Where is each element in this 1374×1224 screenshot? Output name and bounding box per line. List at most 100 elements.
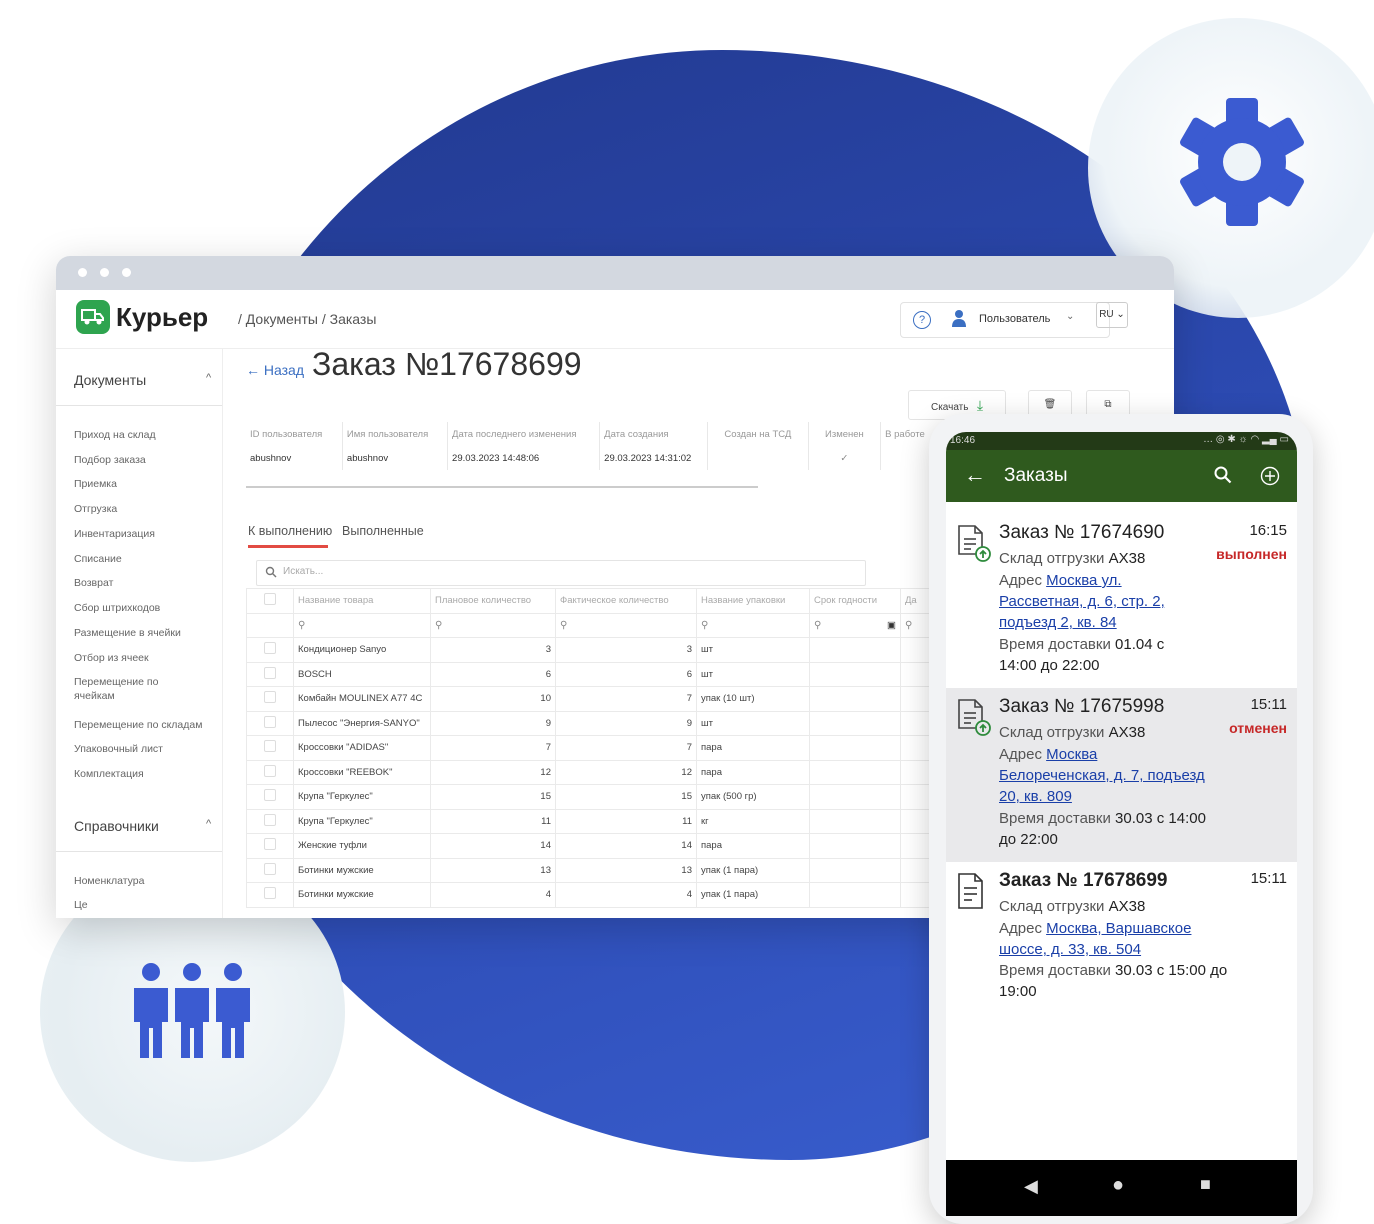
order-card[interactable]: Заказ № 17678699 15:11 Склад отгрузки АХ…	[946, 862, 1297, 1022]
sidebar-section-documents[interactable]: Документы	[74, 372, 146, 388]
row-checkbox[interactable]	[246, 637, 294, 663]
chevron-up-icon[interactable]: ^	[206, 372, 211, 384]
sidebar-item[interactable]: Приемка	[74, 477, 222, 491]
column-header[interactable]: Срок годности	[809, 588, 901, 614]
window-dot[interactable]	[78, 268, 87, 277]
table-row[interactable]: Крупа "Геркулес" 15 15 упак (500 гр)	[246, 784, 930, 810]
column-header[interactable]: Название товара	[293, 588, 431, 614]
nav-home-icon[interactable]: ●	[1112, 1174, 1124, 1197]
add-circle-icon[interactable]	[1260, 466, 1280, 486]
sidebar-item[interactable]: Приход на склад	[74, 428, 222, 442]
column-filter[interactable]: ⚲ ▣	[809, 612, 901, 638]
package-name: шт	[696, 710, 810, 736]
row-checkbox[interactable]	[246, 808, 294, 834]
column-filter[interactable]: ⚲	[555, 612, 697, 638]
column-header[interactable]: Фактическое количество	[555, 588, 697, 614]
table-row[interactable]: Ботинки мужские 4 4 упак (1 пара)	[246, 882, 930, 908]
nav-recents-icon[interactable]: ■	[1200, 1174, 1211, 1195]
row-checkbox[interactable]	[246, 784, 294, 810]
gear-icon	[1180, 98, 1304, 226]
sidebar-section-directories[interactable]: Справочники	[74, 818, 159, 834]
status-icons: … ◎ ✱ ☼ ◠ ▂▄ ▭	[1203, 434, 1289, 445]
select-all-checkbox[interactable]	[246, 588, 294, 614]
sidebar-item[interactable]: Отгрузка	[74, 502, 222, 516]
column-filter[interactable]: ⚲	[293, 612, 431, 638]
sidebar-item[interactable]: Списание	[74, 552, 222, 566]
column-filter[interactable]: ⚲	[430, 612, 556, 638]
extra-cell	[900, 661, 930, 687]
extra-cell	[900, 686, 930, 712]
address-link[interactable]: подъезд 2, кв. 84	[999, 614, 1117, 631]
address-link[interactable]: 20, кв. 809	[999, 788, 1072, 805]
sidebar-item[interactable]: Подбор заказа	[74, 453, 222, 467]
search-icon[interactable]	[1214, 466, 1232, 484]
language-select[interactable]: RU ⌄	[1096, 302, 1128, 328]
sidebar-item[interactable]: Це	[74, 898, 222, 912]
user-menu[interactable]: Пользователь	[979, 313, 1050, 325]
meta-header: Имя пользователя	[342, 422, 449, 446]
address-link[interactable]: Рассветная, д. 6, стр. 2,	[999, 593, 1165, 610]
breadcrumb[interactable]: / Документы / Заказы	[238, 311, 376, 327]
table-row[interactable]: Кроссовки "REEBOK" 12 12 пара	[246, 759, 930, 785]
sidebar-item[interactable]: Перемещение по складам	[74, 718, 222, 732]
order-card[interactable]: Заказ № 17674690 16:15 выполнен Склад от…	[946, 514, 1297, 688]
address-link[interactable]: шоссе, д. 33, кв. 504	[999, 941, 1141, 958]
table-row[interactable]: BOSCH 6 6 шт	[246, 661, 930, 687]
table-row[interactable]: Кондиционер Sanyo 3 3 шт	[246, 637, 930, 663]
extra-cell	[900, 759, 930, 785]
row-checkbox[interactable]	[246, 857, 294, 883]
column-filter[interactable]: ⚲	[900, 612, 930, 638]
row-checkbox[interactable]	[246, 710, 294, 736]
table-row[interactable]: Крупа "Геркулес" 11 11 кг	[246, 808, 930, 834]
row-checkbox[interactable]	[246, 686, 294, 712]
row-checkbox[interactable]	[246, 759, 294, 785]
logo[interactable]: Курьер	[76, 300, 208, 334]
trash-icon: 🗑	[1043, 399, 1057, 410]
row-checkbox[interactable]	[246, 735, 294, 761]
address-link[interactable]: Москва	[1046, 746, 1097, 763]
product-name: Пылесос "Энергия-SANYO"	[293, 710, 431, 736]
chevron-up-icon[interactable]: ^	[206, 818, 211, 830]
help-icon[interactable]: ?	[913, 311, 931, 329]
search-placeholder: Искать...	[283, 566, 324, 577]
address-link[interactable]: Москва, Варшавское	[1046, 920, 1191, 937]
window-dot[interactable]	[100, 268, 109, 277]
back-arrow-icon[interactable]: ←	[964, 462, 986, 488]
sidebar-item[interactable]: Перемещение по ячейкам	[74, 675, 184, 703]
sidebar-item[interactable]: Отбор из ячеек	[74, 651, 222, 665]
search-input[interactable]: Искать...	[256, 560, 866, 586]
sidebar-item[interactable]: Размещение в ячейки	[74, 626, 222, 640]
horizontal-scrollbar[interactable]	[246, 486, 758, 488]
sidebar-item[interactable]: Сбор штрихкодов	[74, 601, 222, 615]
user-icon	[952, 310, 966, 327]
row-checkbox[interactable]	[246, 833, 294, 859]
sidebar-item[interactable]: Инвентаризация	[74, 527, 222, 541]
column-filter[interactable]: ⚲	[696, 612, 810, 638]
meta-value: 29.03.2023 14:31:02	[599, 446, 709, 470]
sidebar-item[interactable]: Возврат	[74, 576, 222, 590]
sidebar-item[interactable]: Комплектация	[74, 767, 222, 781]
column-header[interactable]: Плановое количество	[430, 588, 556, 614]
nav-back-icon[interactable]: ◀	[1024, 1176, 1038, 1197]
order-card[interactable]: Заказ № 17675998 15:11 отменен Склад отг…	[946, 688, 1297, 862]
table-row[interactable]: Женские туфли 14 14 пара	[246, 833, 930, 859]
order-delivery-time: Время доставки 01.04 с 14:00 до 22:00	[999, 636, 1165, 674]
table-row[interactable]: Комбайн MOULINEX A77 4C 10 7 упак (10 шт)	[246, 686, 930, 712]
tab-pending[interactable]: К выполнению	[248, 524, 332, 538]
address-link[interactable]: Москва ул.	[1046, 572, 1121, 589]
back-link[interactable]: ← Назад	[246, 362, 304, 378]
calendar-icon[interactable]: ▣	[887, 620, 896, 631]
column-header[interactable]: Название упаковки	[696, 588, 810, 614]
column-header[interactable]: Да	[900, 588, 930, 614]
address-link[interactable]: Белореченская, д. 7, подъезд	[999, 767, 1205, 784]
table-row[interactable]: Ботинки мужские 13 13 упак (1 пара)	[246, 857, 930, 883]
row-checkbox[interactable]	[246, 882, 294, 908]
row-checkbox[interactable]	[246, 661, 294, 687]
table-row[interactable]: Пылесос "Энергия-SANYO" 9 9 шт	[246, 710, 930, 736]
chevron-down-icon[interactable]: ⌄	[1066, 311, 1074, 322]
tab-completed[interactable]: Выполненные	[342, 524, 424, 538]
sidebar-item[interactable]: Номенклатура	[74, 874, 222, 888]
sidebar-item[interactable]: Упаковочный лист	[74, 742, 222, 756]
window-dot[interactable]	[122, 268, 131, 277]
table-row[interactable]: Кроссовки "ADIDAS" 7 7 пара	[246, 735, 930, 761]
